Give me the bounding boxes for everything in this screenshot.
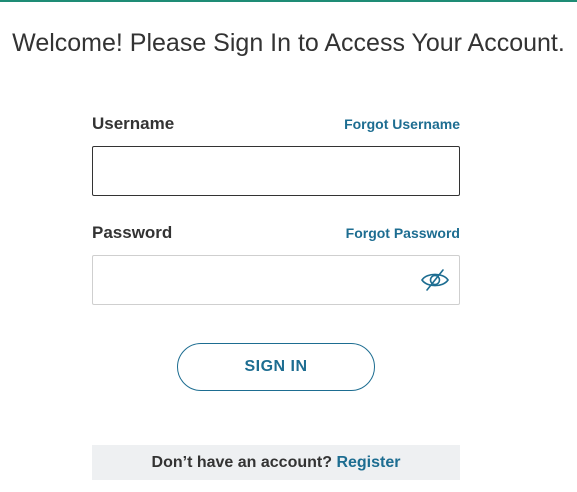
password-field [92, 255, 460, 305]
password-label-row: Password Forgot Password [92, 223, 460, 243]
register-bar: Don’t have an account? Register [92, 445, 460, 480]
username-input[interactable] [92, 146, 460, 196]
forgot-password-link[interactable]: Forgot Password [346, 225, 460, 241]
password-input[interactable] [93, 256, 403, 304]
username-label-row: Username Forgot Username [92, 114, 460, 134]
top-border [0, 0, 577, 2]
sign-in-button[interactable]: SIGN IN [177, 343, 375, 391]
eye-slash-icon[interactable] [420, 267, 450, 293]
forgot-username-link[interactable]: Forgot Username [344, 116, 460, 132]
register-link[interactable]: Register [336, 454, 400, 471]
username-label: Username [92, 114, 175, 133]
register-prompt: Don’t have an account? [151, 454, 337, 471]
page-title: Welcome! Please Sign In to Access Your A… [12, 29, 565, 57]
password-label: Password [92, 223, 173, 242]
